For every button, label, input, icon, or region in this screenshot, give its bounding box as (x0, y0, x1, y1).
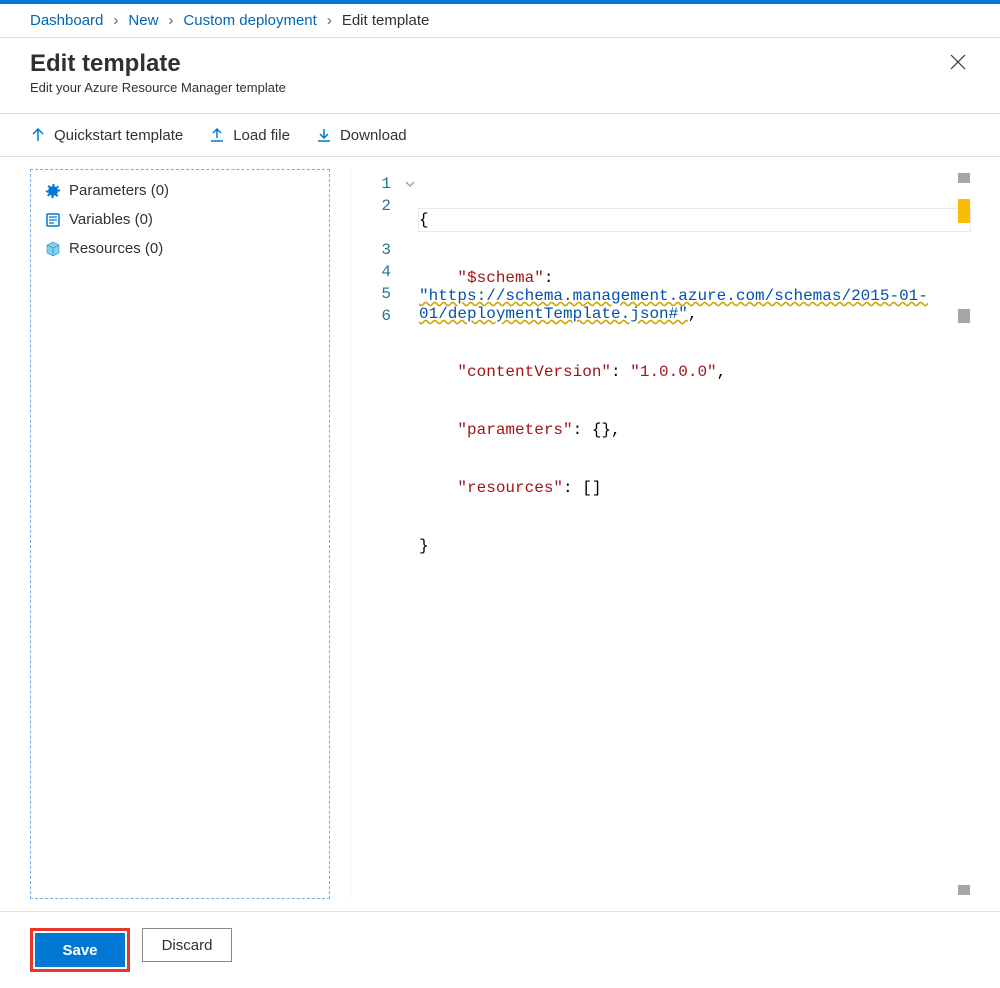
template-tree: Parameters (0) Variables (0) Resources (… (30, 169, 330, 899)
breadcrumb: Dashboard › New › Custom deployment › Ed… (0, 4, 1000, 38)
page-header: Edit template Edit your Azure Resource M… (0, 38, 1000, 113)
footer-actions: Save Discard (0, 911, 1000, 988)
breadcrumb-new[interactable]: New (128, 12, 158, 29)
load-file-label: Load file (233, 127, 290, 144)
code-editor[interactable]: 1 2 3 4 5 6 { "$schema": "https://schema… (350, 169, 970, 899)
fold-toggle[interactable] (401, 173, 419, 195)
sidebar-item-parameters[interactable]: Parameters (0) (31, 176, 329, 205)
quickstart-template-label: Quickstart template (54, 127, 183, 144)
download-button[interactable]: Download (316, 127, 407, 144)
line-number: 3 (351, 239, 401, 261)
fold-column (401, 169, 419, 899)
code-val-parameters: {} (592, 421, 611, 439)
sidebar-item-label: Resources (0) (69, 240, 163, 257)
chevron-down-icon (405, 179, 415, 189)
arrow-up-icon (30, 127, 46, 143)
chevron-right-icon: › (113, 12, 118, 29)
main-content: Parameters (0) Variables (0) Resources (… (0, 157, 1000, 911)
line-number: 6 (351, 305, 401, 327)
line-number: 2 (351, 195, 401, 217)
toolbar: Quickstart template Load file Download (0, 113, 1000, 157)
scroll-marker (958, 173, 970, 183)
close-button[interactable] (946, 50, 970, 74)
scroll-highlight-marker (958, 199, 970, 223)
code-key-schema: "$schema" (457, 269, 543, 287)
close-icon (950, 54, 966, 70)
variables-icon (45, 212, 61, 228)
page-title: Edit template (30, 50, 286, 78)
page-subtitle: Edit your Azure Resource Manager templat… (30, 80, 286, 95)
save-highlight: Save (30, 928, 130, 972)
breadcrumb-custom-deployment[interactable]: Custom deployment (183, 12, 316, 29)
scrollbar[interactable] (958, 169, 970, 899)
download-label: Download (340, 127, 407, 144)
scroll-marker (958, 885, 970, 895)
sidebar-item-resources[interactable]: Resources (0) (31, 234, 329, 263)
resources-icon (45, 241, 61, 257)
save-button[interactable]: Save (35, 933, 125, 967)
sidebar-item-label: Variables (0) (69, 211, 153, 228)
code-content[interactable]: { "$schema": "https://schema.management.… (419, 169, 970, 899)
breadcrumb-dashboard[interactable]: Dashboard (30, 12, 103, 29)
code-key-parameters: "parameters" (457, 421, 572, 439)
line-number: 4 (351, 261, 401, 283)
code-key-contentversion: "contentVersion" (457, 363, 611, 381)
line-number: 1 (351, 173, 401, 195)
download-icon (316, 127, 332, 143)
chevron-right-icon: › (168, 12, 173, 29)
quickstart-template-button[interactable]: Quickstart template (30, 127, 183, 144)
chevron-right-icon: › (327, 12, 332, 29)
parameters-icon (45, 183, 61, 199)
scroll-marker (958, 309, 970, 323)
code-val-schema: "https://schema.management.azure.com/sch… (419, 287, 928, 323)
code-key-resources: "resources" (457, 479, 563, 497)
code-val-contentversion: "1.0.0.0" (630, 363, 716, 381)
sidebar-item-variables[interactable]: Variables (0) (31, 205, 329, 234)
upload-icon (209, 127, 225, 143)
code-val-resources: [] (582, 479, 601, 497)
discard-button[interactable]: Discard (142, 928, 232, 962)
line-number: 5 (351, 283, 401, 305)
load-file-button[interactable]: Load file (209, 127, 290, 144)
line-number-gutter: 1 2 3 4 5 6 (351, 169, 401, 899)
sidebar-item-label: Parameters (0) (69, 182, 169, 199)
breadcrumb-current: Edit template (342, 12, 430, 29)
